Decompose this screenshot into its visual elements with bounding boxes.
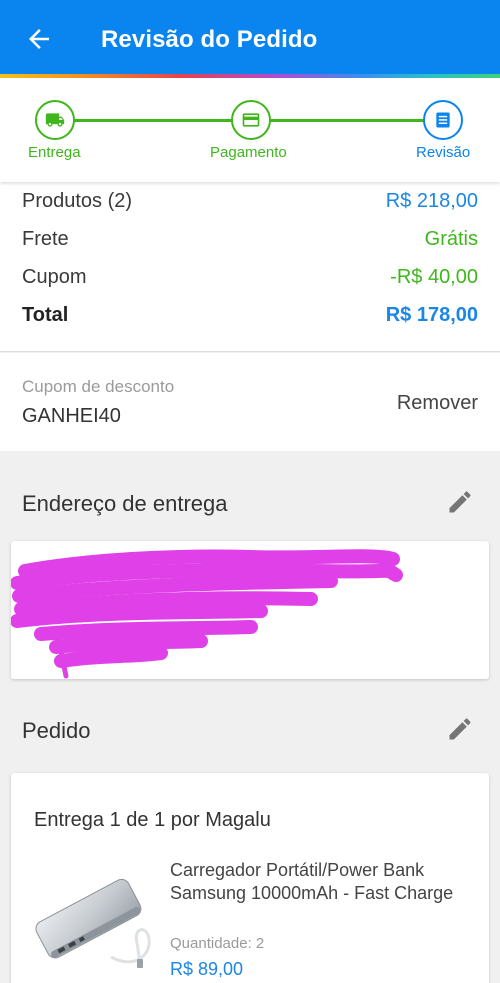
address-card[interactable] bbox=[11, 541, 489, 679]
products-label: Produtos (2) bbox=[22, 190, 133, 212]
coupon-field-label: Cupom de desconto bbox=[22, 377, 175, 396]
coupon-section: Cupom de desconto GANHEI40 Remover bbox=[0, 353, 500, 451]
step-label-revisao: Revisão bbox=[416, 144, 471, 161]
step-entrega[interactable] bbox=[35, 100, 75, 140]
shipping-value: Grátis bbox=[424, 228, 478, 250]
total-label: Total bbox=[22, 304, 69, 326]
address-section-title: Endereço de entrega bbox=[22, 491, 228, 516]
coupon-row: Cupom -R$ 40,00 bbox=[22, 266, 478, 289]
product-name[interactable]: Carregador Portátil/Power Bank Samsung 1… bbox=[170, 859, 470, 905]
redaction-scribble bbox=[11, 549, 403, 679]
order-card: Entrega 1 de 1 por Magalu Carregador Por… bbox=[11, 773, 489, 983]
coupon-row-label: Cupom bbox=[22, 266, 87, 288]
page-title: Revisão do Pedido bbox=[101, 26, 318, 53]
remove-coupon-button[interactable]: Remover bbox=[397, 392, 478, 415]
credit-card-icon bbox=[242, 113, 260, 127]
checkout-stepper: Entrega Pagamento Revisão bbox=[0, 78, 500, 182]
power-bank-image[interactable] bbox=[33, 865, 163, 969]
pencil-icon[interactable] bbox=[446, 715, 474, 743]
step-pagamento[interactable] bbox=[231, 100, 271, 140]
list-icon bbox=[436, 112, 450, 128]
delivery-label: Entrega 1 de 1 por Magalu bbox=[34, 809, 271, 831]
pencil-icon[interactable] bbox=[446, 488, 474, 516]
total-value: R$ 178,00 bbox=[385, 304, 478, 326]
coupon-code: GANHEI40 bbox=[22, 405, 121, 427]
step-label-entrega: Entrega bbox=[28, 144, 81, 161]
order-section-title: Pedido bbox=[22, 718, 91, 743]
product-price: R$ 89,00 bbox=[170, 959, 244, 979]
total-row: Total R$ 178,00 bbox=[22, 304, 478, 327]
step-label-pagamento: Pagamento bbox=[210, 144, 287, 161]
app-bar: Revisão do Pedido bbox=[0, 0, 500, 74]
shipping-row: Frete Grátis bbox=[22, 228, 478, 251]
products-row: Produtos (2) R$ 218,00 bbox=[22, 190, 478, 213]
coupon-row-value: -R$ 40,00 bbox=[390, 266, 478, 288]
step-revisao[interactable] bbox=[423, 100, 463, 140]
order-summary: Produtos (2) R$ 218,00 Frete Grátis Cupo… bbox=[0, 182, 500, 352]
shipping-label: Frete bbox=[22, 228, 69, 250]
arrow-left-icon[interactable] bbox=[24, 24, 54, 54]
products-value: R$ 218,00 bbox=[385, 190, 478, 212]
product-quantity: Quantidade: 2 bbox=[170, 935, 265, 952]
truck-icon bbox=[45, 113, 65, 127]
